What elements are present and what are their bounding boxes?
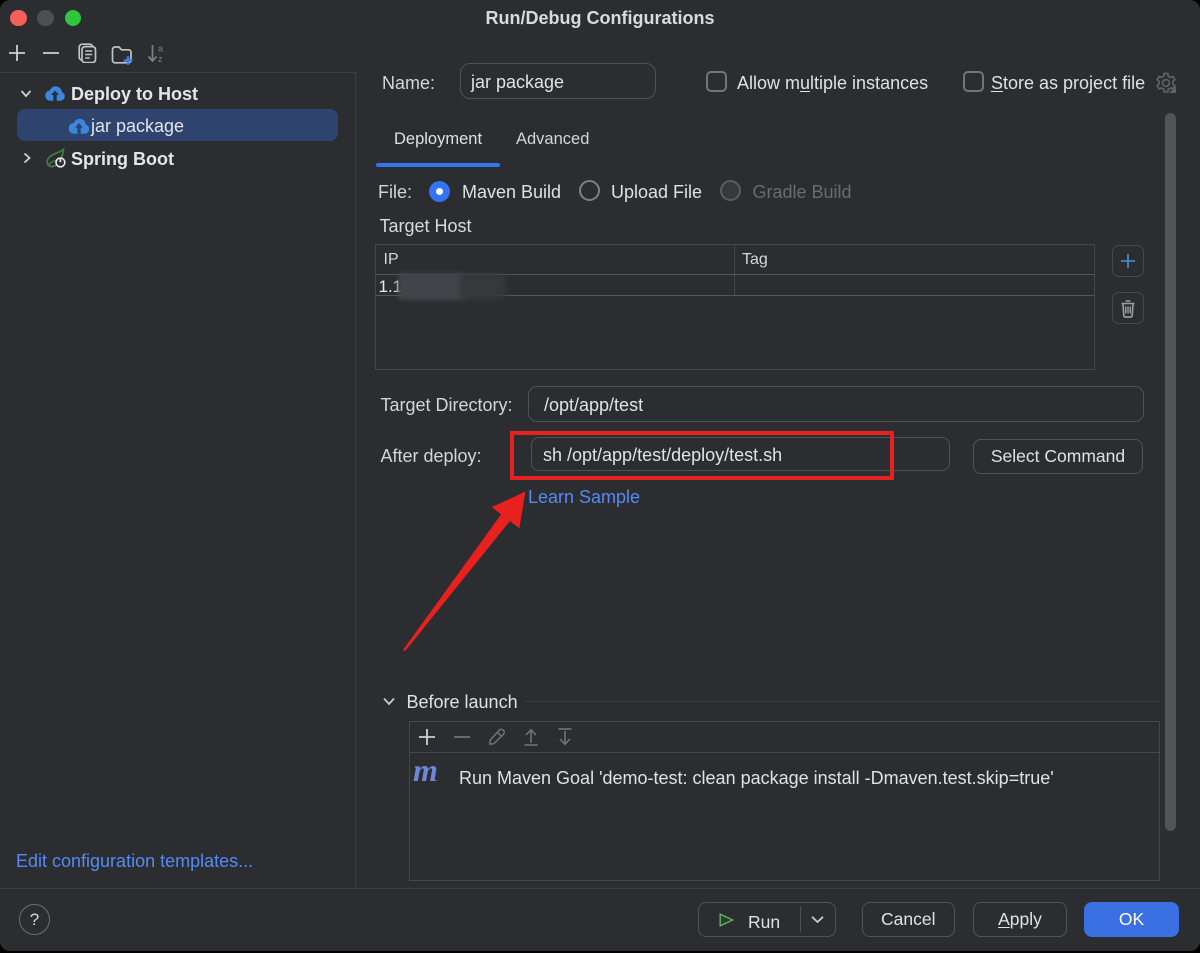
svg-text:z: z (158, 54, 163, 63)
svg-text:a: a (158, 44, 163, 54)
